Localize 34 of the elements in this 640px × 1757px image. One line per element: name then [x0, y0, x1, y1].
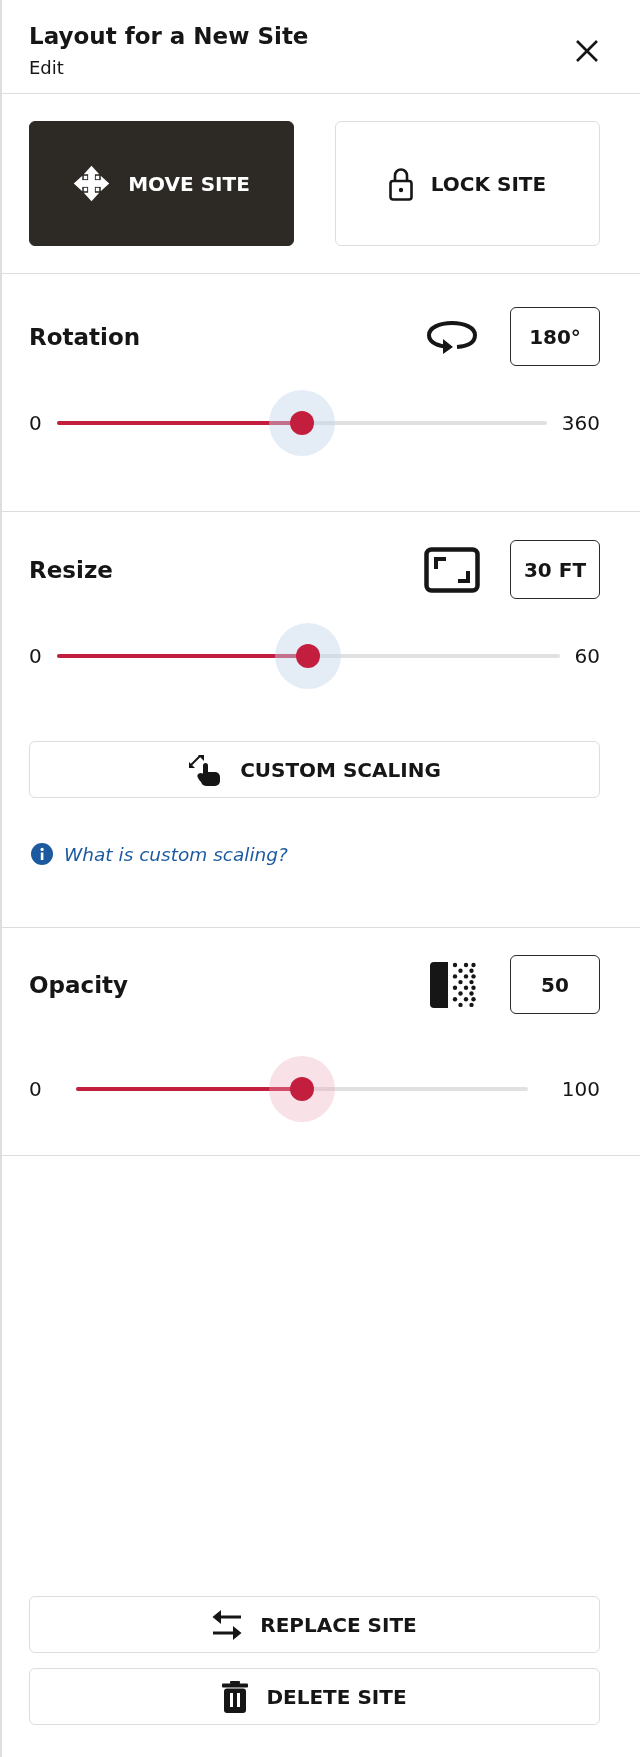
hand-resize-icon: [188, 752, 223, 787]
rotate-icon: [427, 319, 477, 354]
info-icon: [31, 843, 53, 865]
resize-icon: [424, 546, 480, 593]
section-title: Rotation: [29, 323, 142, 350]
panel-title: Layout for a New Site: [29, 22, 309, 50]
value-field[interactable]: 30 FT: [510, 540, 600, 599]
slider-min-label: 0: [29, 1077, 42, 1101]
delete-site-button[interactable]: DELETE SITE: [29, 1668, 600, 1725]
slider-min-label: 0: [29, 411, 42, 435]
slider-max-label: 100: [561, 1077, 600, 1101]
section-title: Opacity: [29, 971, 130, 998]
slider-track[interactable]: [56, 623, 560, 689]
slider-max-label: 60: [574, 644, 600, 668]
replace-site-button[interactable]: REPLACE SITE: [29, 1596, 600, 1653]
close-icon: [575, 39, 599, 63]
slider-track[interactable]: [56, 390, 547, 456]
value-field[interactable]: 180°: [510, 307, 600, 366]
lock-icon: [388, 166, 413, 201]
help-link[interactable]: What is custom scaling?: [64, 843, 288, 865]
slider-max-label: 360: [561, 411, 600, 435]
slider-track[interactable]: [75, 1056, 528, 1122]
swap-arrows-icon: [212, 1607, 243, 1642]
section-title: Resize: [29, 556, 114, 583]
trash-icon: [222, 1680, 249, 1713]
slider-min-label: 0: [29, 644, 42, 668]
move-icon: [73, 165, 111, 202]
panel-subtitle: Edit: [29, 56, 65, 80]
close-button[interactable]: [574, 38, 600, 64]
move-site-button[interactable]: MOVE SITE: [29, 121, 294, 246]
opacity-icon: [430, 961, 476, 1008]
custom-scaling-button[interactable]: CUSTOM SCALING: [29, 741, 600, 798]
value-field[interactable]: 50: [510, 955, 600, 1014]
lock-site-button[interactable]: LOCK SITE: [335, 121, 600, 246]
